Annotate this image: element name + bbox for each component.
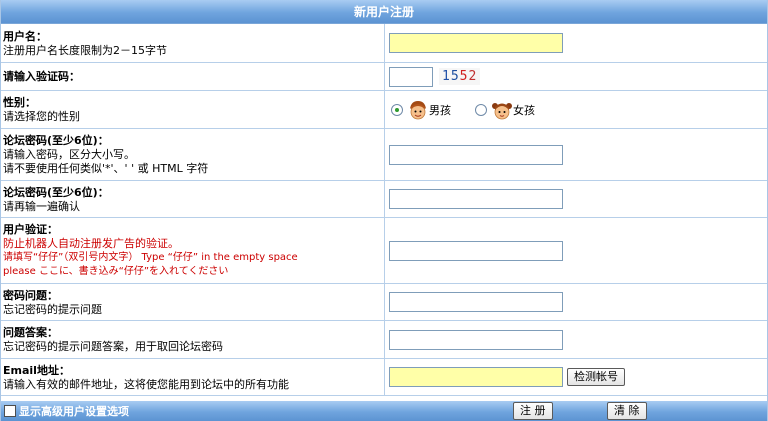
gender-male-option[interactable]: 男孩 xyxy=(389,99,451,121)
check-account-button[interactable]: 检测帐号 xyxy=(567,368,625,386)
password-title: 论坛密码(至少6位)： xyxy=(3,134,109,147)
question-row: 密码问题： 忘记密码的提示问题 xyxy=(1,284,767,321)
password-confirm-desc: 请再输一遍确认 xyxy=(3,199,80,213)
girl-face-icon xyxy=(492,102,512,119)
form-footer: 显示高级用户设置选项 注 册 清 除 xyxy=(1,401,767,421)
verify-row: 用户验证： 防止机器人自动注册发广告的验证。 请填写“仔仔”（双引号内文字） T… xyxy=(1,218,767,284)
password-confirm-input[interactable] xyxy=(389,189,563,209)
gender-female-label: 女孩 xyxy=(513,103,535,117)
gender-row: 性别： 请选择您的性别 男孩 女孩 xyxy=(1,91,767,129)
email-desc: 请输入有效的邮件地址，这将使您能用到论坛中的所有功能 xyxy=(3,377,289,391)
password-hint: 请不要使用任何类似'*'、' ' 或 HTML 字符 xyxy=(3,162,209,175)
username-desc: 注册用户名长度限制为2－15字节 xyxy=(3,43,167,57)
gender-title: 性别： xyxy=(3,96,36,109)
captcha-input[interactable] xyxy=(389,66,433,87)
verify-title: 用户验证： xyxy=(3,223,58,236)
question-title: 密码问题： xyxy=(3,288,58,302)
verify-line2: 请填写“仔仔”（双引号内文字） Type “仔仔” in the empty s… xyxy=(3,252,298,263)
question-desc: 忘记密码的提示问题 xyxy=(3,302,102,316)
gender-female-radio[interactable] xyxy=(475,103,487,116)
verify-line1: 防止机器人自动注册发广告的验证。 xyxy=(3,237,179,250)
username-title: 用户名： xyxy=(3,29,47,43)
register-form: 新用户注册 用户名： 注册用户名长度限制为2－15字节 请输入验证码： 1552… xyxy=(0,0,768,421)
username-row: 用户名： 注册用户名长度限制为2－15字节 xyxy=(1,24,767,63)
email-row: Email地址： 请输入有效的邮件地址，这将使您能用到论坛中的所有功能 检测帐号 xyxy=(1,359,767,396)
verify-input[interactable] xyxy=(389,240,563,261)
password-input[interactable] xyxy=(389,144,563,165)
advanced-options-checkbox[interactable] xyxy=(4,405,16,417)
answer-title: 问题答案： xyxy=(3,326,58,339)
captcha-image: 1552 xyxy=(439,68,481,85)
question-input[interactable] xyxy=(389,292,563,312)
password-confirm-title: 论坛密码(至少6位)： xyxy=(3,185,109,199)
captcha-digit: 1 xyxy=(442,69,451,84)
password-desc: 请输入密码，区分大小写。 xyxy=(3,148,135,161)
boy-face-icon xyxy=(410,100,426,119)
gender-male-radio[interactable] xyxy=(391,103,403,116)
email-title: Email地址： xyxy=(3,363,70,377)
submit-button[interactable]: 注 册 xyxy=(513,402,553,420)
gender-desc: 请选择您的性别 xyxy=(3,110,80,123)
password-confirm-row: 论坛密码(至少6位)： 请再输一遍确认 xyxy=(1,181,767,218)
username-input[interactable] xyxy=(389,33,563,53)
email-input[interactable] xyxy=(389,367,563,387)
captcha-title: 请输入验证码： xyxy=(3,70,80,83)
captcha-row: 请输入验证码： 1552 xyxy=(1,63,767,91)
answer-desc: 忘记密码的提示问题答案，用于取回论坛密码 xyxy=(3,340,223,353)
gender-female-option[interactable]: 女孩 xyxy=(473,99,535,121)
form-header: 新用户注册 xyxy=(1,0,767,24)
answer-input[interactable] xyxy=(389,329,563,350)
password-row: 论坛密码(至少6位)： 请输入密码，区分大小写。 请不要使用任何类似'*'、' … xyxy=(1,129,767,181)
advanced-options-label[interactable]: 显示高级用户设置选项 xyxy=(19,403,129,419)
captcha-digit: 5 xyxy=(450,69,460,84)
answer-row: 问题答案： 忘记密码的提示问题答案，用于取回论坛密码 xyxy=(1,321,767,359)
captcha-digit: 2 xyxy=(468,69,478,84)
gender-male-label: 男孩 xyxy=(429,103,451,117)
verify-line3: please ここに、書き込み“仔仔”を入れてください xyxy=(3,266,229,277)
reset-button[interactable]: 清 除 xyxy=(607,402,647,420)
form-title: 新用户注册 xyxy=(353,5,414,19)
